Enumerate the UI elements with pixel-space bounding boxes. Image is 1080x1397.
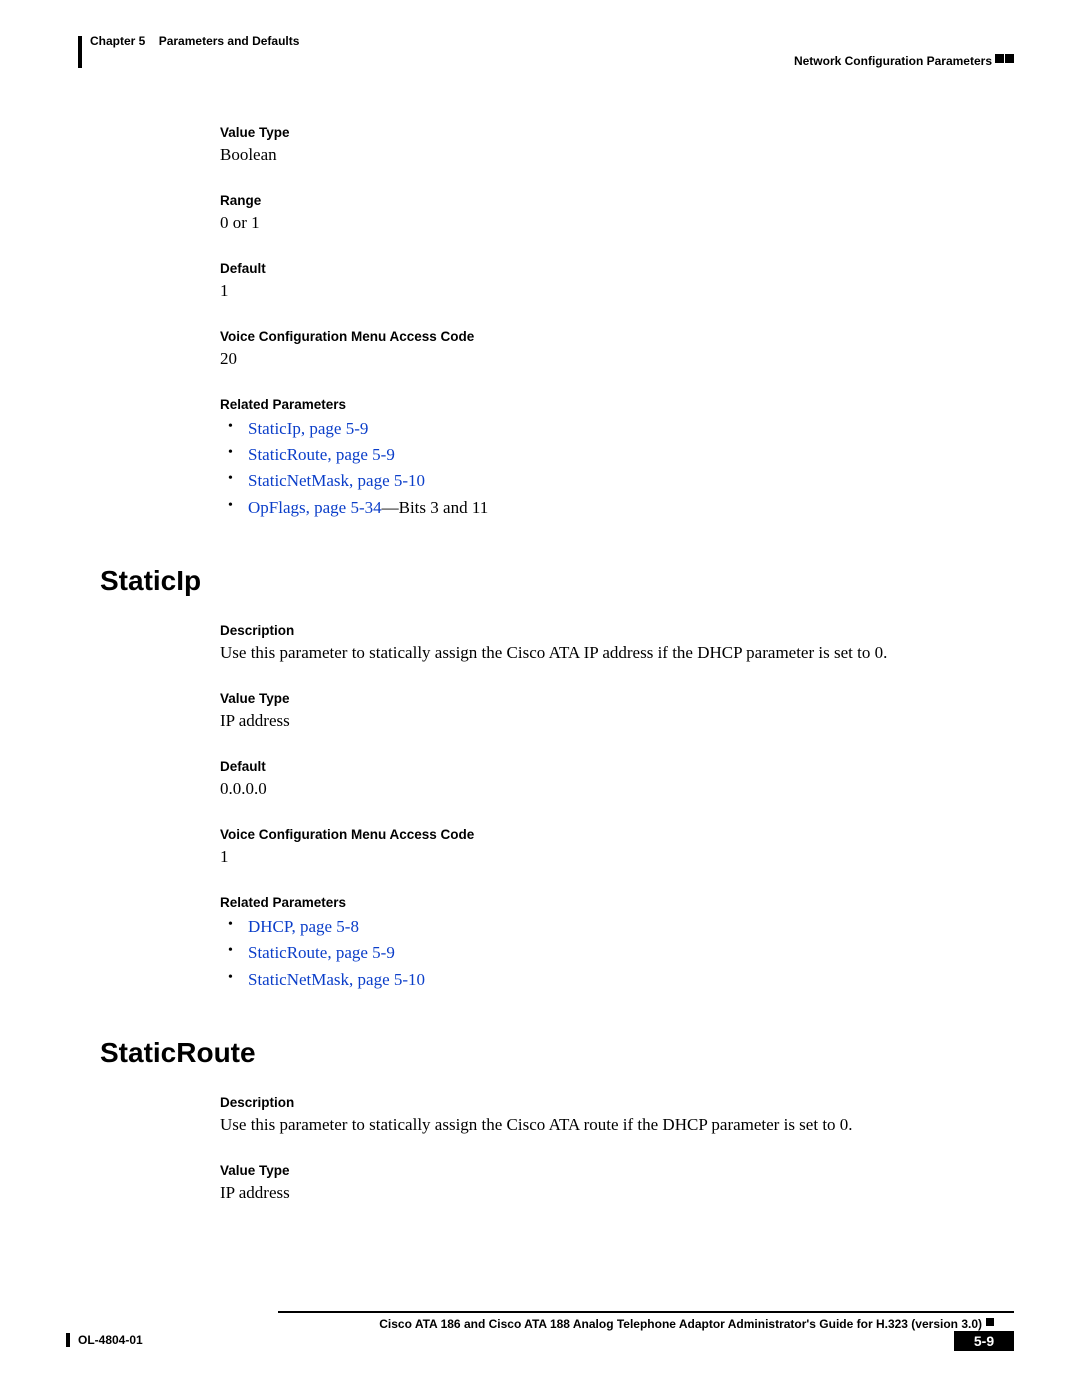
default-text: 1: [220, 280, 1010, 303]
value-type-text: IP address: [220, 710, 1010, 733]
list-item: StaticNetMask, page 5-10: [242, 468, 1010, 494]
xref-suffix: —Bits 3 and 11: [382, 498, 489, 517]
param-block-staticip: Description Use this parameter to static…: [220, 623, 1010, 993]
value-type-text: Boolean: [220, 144, 1010, 167]
square-icon: [995, 54, 1004, 63]
label-value-type: Value Type: [220, 1163, 1010, 1178]
value-type-text: IP address: [220, 1182, 1010, 1205]
chapter-title: Parameters and Defaults: [159, 34, 300, 48]
list-item: OpFlags, page 5-34—Bits 3 and 11: [242, 495, 1010, 521]
label-range: Range: [220, 193, 1010, 208]
header-chapter: Chapter 5 Parameters and Defaults: [90, 34, 299, 48]
related-list: DHCP, page 5-8 StaticRoute, page 5-9 Sta…: [220, 914, 1010, 993]
param-block-dhcp-tail: Value Type Boolean Range 0 or 1 Default …: [220, 125, 1010, 521]
square-icon: [1005, 54, 1014, 63]
footer-bar-icon: [66, 1333, 70, 1347]
header-section: Network Configuration Parameters: [794, 54, 992, 68]
list-item: DHCP, page 5-8: [242, 914, 1010, 940]
list-item: StaticIp, page 5-9: [242, 416, 1010, 442]
footer-doc-id: OL-4804-01: [78, 1333, 143, 1347]
label-default: Default: [220, 759, 1010, 774]
vcmac-text: 1: [220, 846, 1010, 869]
label-vcmac: Voice Configuration Menu Access Code: [220, 827, 1010, 842]
xref-link[interactable]: StaticRoute, page 5-9: [248, 445, 395, 464]
xref-link[interactable]: DHCP, page 5-8: [248, 917, 359, 936]
footer-rule-icon: [278, 1311, 1014, 1313]
xref-link[interactable]: StaticNetMask, page 5-10: [248, 471, 425, 490]
description-text: Use this parameter to statically assign …: [220, 1114, 1010, 1137]
label-description: Description: [220, 1095, 1010, 1110]
page-number: 5-9: [954, 1331, 1014, 1351]
label-default: Default: [220, 261, 1010, 276]
list-item: StaticRoute, page 5-9: [242, 940, 1010, 966]
page-content: Value Type Boolean Range 0 or 1 Default …: [100, 125, 1010, 1205]
list-item: StaticRoute, page 5-9: [242, 442, 1010, 468]
label-value-type: Value Type: [220, 691, 1010, 706]
heading-staticroute: StaticRoute: [100, 1037, 1010, 1069]
footer-book-title: Cisco ATA 186 and Cisco ATA 188 Analog T…: [379, 1317, 982, 1331]
vcmac-text: 20: [220, 348, 1010, 371]
page-header: Chapter 5 Parameters and Defaults Networ…: [78, 32, 1014, 68]
xref-link[interactable]: StaticRoute, page 5-9: [248, 943, 395, 962]
description-text: Use this parameter to statically assign …: [220, 642, 1010, 665]
chapter-label: Chapter 5: [90, 34, 145, 48]
param-block-staticroute: Description Use this parameter to static…: [220, 1095, 1010, 1205]
label-description: Description: [220, 623, 1010, 638]
xref-link[interactable]: StaticIp, page 5-9: [248, 419, 368, 438]
list-item: StaticNetMask, page 5-10: [242, 967, 1010, 993]
square-icon: [986, 1318, 994, 1326]
page: Chapter 5 Parameters and Defaults Networ…: [0, 0, 1080, 1397]
label-related: Related Parameters: [220, 397, 1010, 412]
label-value-type: Value Type: [220, 125, 1010, 140]
label-vcmac: Voice Configuration Menu Access Code: [220, 329, 1010, 344]
header-rule-icon: [78, 36, 82, 68]
page-footer: Cisco ATA 186 and Cisco ATA 188 Analog T…: [66, 1309, 1014, 1369]
default-text: 0.0.0.0: [220, 778, 1010, 801]
heading-staticip: StaticIp: [100, 565, 1010, 597]
label-related: Related Parameters: [220, 895, 1010, 910]
xref-link[interactable]: StaticNetMask, page 5-10: [248, 970, 425, 989]
range-text: 0 or 1: [220, 212, 1010, 235]
related-list: StaticIp, page 5-9 StaticRoute, page 5-9…: [220, 416, 1010, 521]
xref-link[interactable]: OpFlags, page 5-34: [248, 498, 382, 517]
